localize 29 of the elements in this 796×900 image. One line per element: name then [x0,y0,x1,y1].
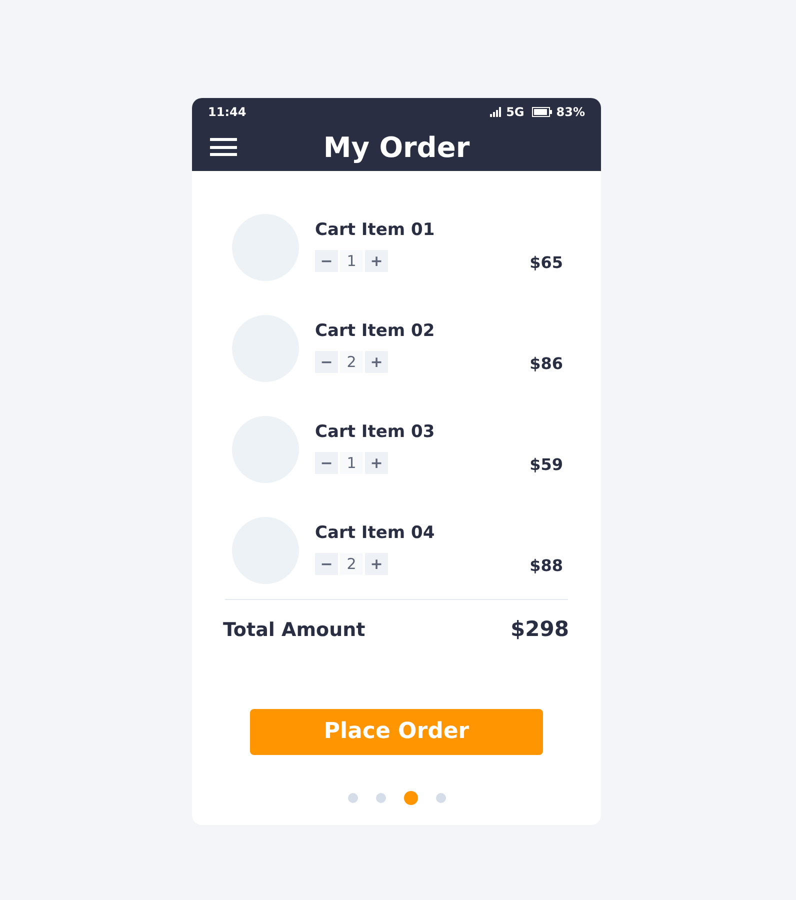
decrease-button[interactable]: − [315,452,338,474]
signal-icon [490,106,502,116]
quantity-value: 2 [340,552,363,574]
decrease-button[interactable]: − [315,250,338,272]
increase-button[interactable]: + [365,250,388,272]
total-label: Total Amount [223,618,366,642]
item-name: Cart Item 01 [315,219,435,242]
screen-title: My Order [323,130,470,166]
increase-button[interactable]: + [365,452,388,474]
increase-button[interactable]: + [365,350,388,372]
item-price: $65 [530,252,563,274]
item-name: Cart Item 04 [315,522,435,545]
item-price: $88 [530,554,563,576]
quantity-value: 1 [340,250,363,272]
battery-percent: 83% [556,104,585,120]
item-price: $59 [530,454,563,476]
item-name: Cart Item 02 [315,320,435,343]
item-price: $86 [530,352,563,374]
item-name: Cart Item 03 [315,421,435,444]
quantity-value: 2 [340,350,363,372]
network-label: 5G [506,104,524,120]
status-time: 11:44 [208,104,246,120]
decrease-button[interactable]: − [315,350,338,372]
menu-button[interactable] [210,136,237,158]
increase-button[interactable]: + [365,552,388,574]
battery-icon [532,106,552,116]
total-amount: $298 [510,616,569,643]
decrease-button[interactable]: − [315,552,338,574]
quantity-value: 1 [340,452,363,474]
